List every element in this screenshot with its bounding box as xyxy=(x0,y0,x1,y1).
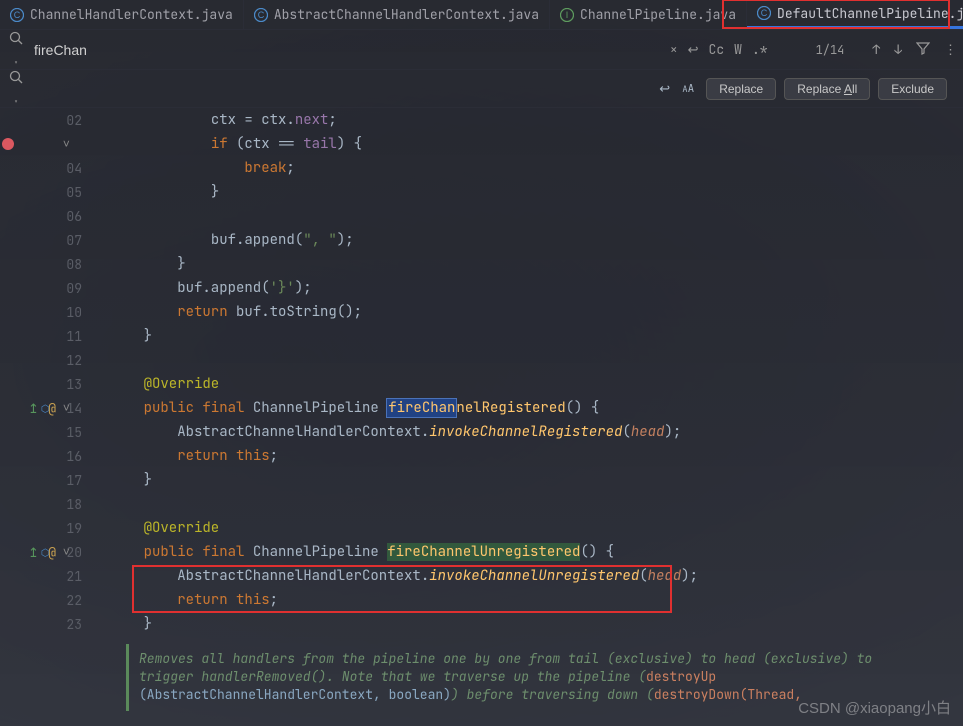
svg-text:C: C xyxy=(14,10,21,20)
svg-text:C: C xyxy=(761,8,768,18)
prev-match-icon[interactable]: ↑ xyxy=(872,41,880,59)
editor-tabs: C ChannelHandlerContext.java C AbstractC… xyxy=(0,0,963,30)
code-area[interactable]: ctx = ctx.next; if (ctx == tail) { break… xyxy=(90,108,963,726)
search-bar: ▾ × ↩ Cc W .* 1/14 ↑ ↓ ⋮ xyxy=(0,30,963,70)
tab-channel-pipeline[interactable]: I ChannelPipeline.java xyxy=(550,0,747,29)
tab-abstract-channel-handler-context[interactable]: C AbstractChannelHandlerContext.java xyxy=(244,0,550,29)
gutter: 02 ˅03 04 05 06 07 08 09 10 11 12 13 14↥… xyxy=(0,108,90,726)
class-icon: C xyxy=(757,6,771,20)
search-count: 1/14 xyxy=(816,42,845,58)
tab-channel-handler-context[interactable]: C ChannelHandlerContext.java xyxy=(0,0,244,29)
replace-button[interactable]: Replace xyxy=(706,78,776,100)
filter-icon[interactable] xyxy=(916,41,930,59)
regex-toggle[interactable]: .* xyxy=(752,41,768,58)
match-case-toggle[interactable]: Cc xyxy=(709,41,725,58)
override-gutter-icon[interactable]: ↥⬡ xyxy=(28,400,50,417)
replace-input[interactable] xyxy=(34,81,354,97)
history-icon[interactable]: ↩ xyxy=(688,41,699,58)
class-icon: C xyxy=(254,8,268,22)
svg-text:I: I xyxy=(566,10,569,20)
search-icon[interactable]: ▾ xyxy=(6,31,26,69)
svg-text:C: C xyxy=(258,10,265,20)
search-icon[interactable]: ▾ xyxy=(6,70,26,108)
search-tools: × ↩ Cc W .* xyxy=(670,41,768,58)
watermark: CSDN @xiaopang小白 xyxy=(798,697,951,718)
code-editor[interactable]: 02 ˅03 04 05 06 07 08 09 10 11 12 13 14↥… xyxy=(0,108,963,726)
replace-bar: ▾ ↩ AA Replace Replace All Exclude xyxy=(0,70,963,108)
exclude-button[interactable]: Exclude xyxy=(878,78,947,100)
class-icon: C xyxy=(10,8,24,22)
search-input[interactable] xyxy=(34,42,662,58)
next-match-icon[interactable]: ↓ xyxy=(894,41,902,59)
more-icon[interactable]: ⋮ xyxy=(944,41,957,59)
case-size-icon[interactable]: AA xyxy=(682,82,694,96)
tab-default-channel-pipeline[interactable]: C DefaultChannelPipeline.java × xyxy=(747,0,963,29)
search-nav: ↑ ↓ ⋮ xyxy=(872,41,957,59)
interface-icon: I xyxy=(560,8,574,22)
tab-label: DefaultChannelPipeline.java xyxy=(777,5,963,22)
override-gutter-icon[interactable]: ↥⬡ xyxy=(28,544,50,561)
tab-label: ChannelPipeline.java xyxy=(580,6,736,23)
clear-icon[interactable]: × xyxy=(670,41,678,58)
preserve-case-icon[interactable]: ↩ xyxy=(659,80,670,97)
breakpoint-icon[interactable] xyxy=(2,138,14,150)
search-match-highlight: fireChan xyxy=(387,399,456,417)
replace-all-button[interactable]: Replace All xyxy=(784,78,870,100)
tab-label: AbstractChannelHandlerContext.java xyxy=(274,6,539,23)
tab-label: ChannelHandlerContext.java xyxy=(30,6,233,23)
whole-word-toggle[interactable]: W xyxy=(734,41,742,58)
